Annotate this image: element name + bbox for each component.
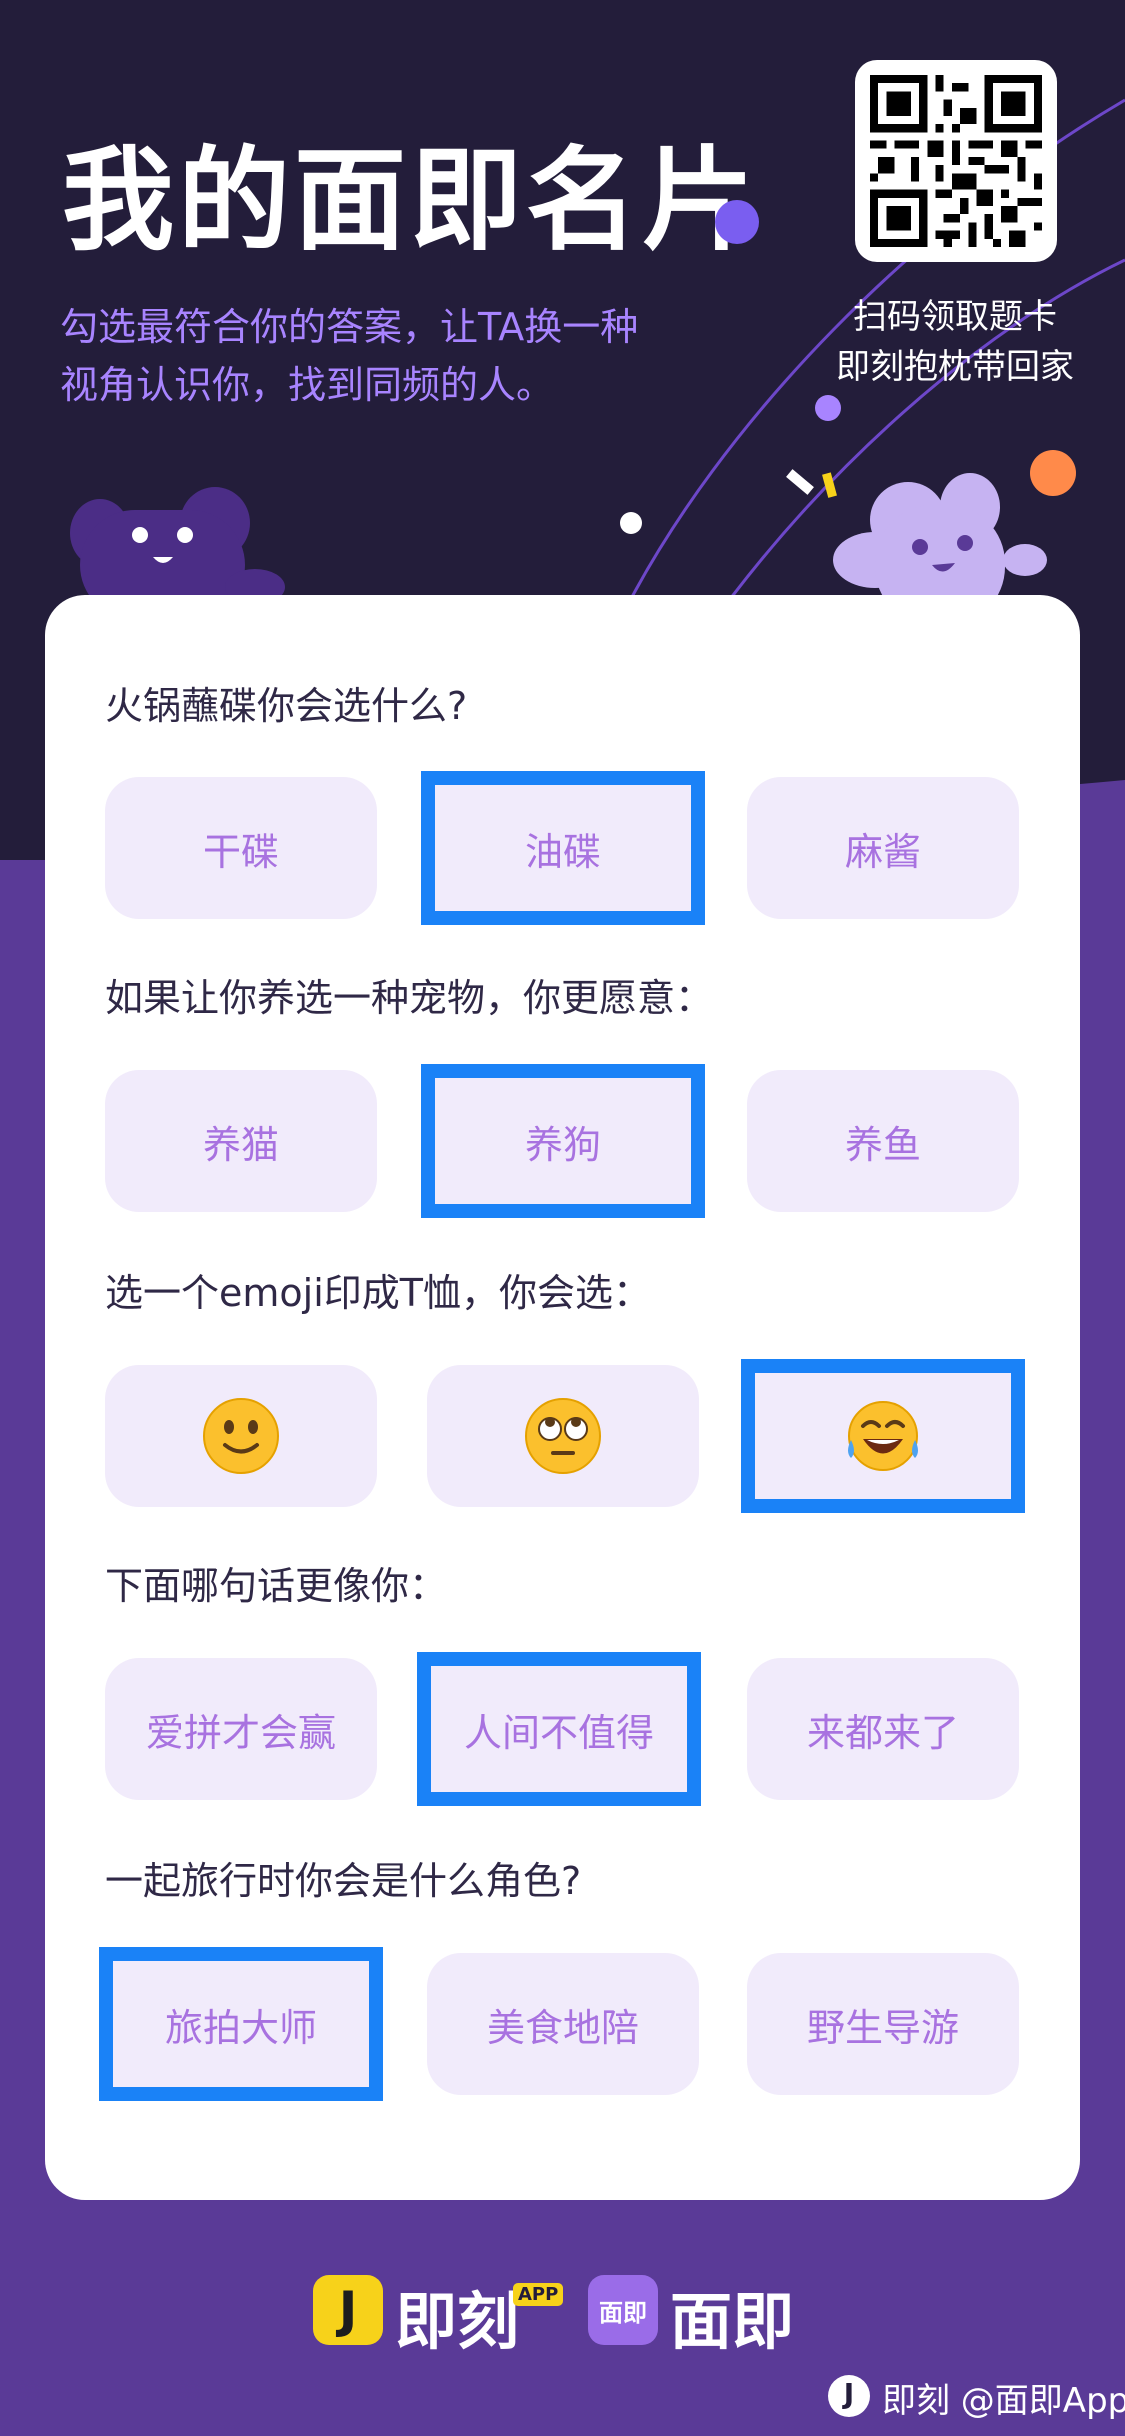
option-1-2[interactable]: 油碟 [421, 771, 705, 925]
jike-logo-letter: J [338, 2281, 358, 2339]
app-badge: APP [513, 2283, 564, 2306]
question-4: 下面哪句话更像你： [105, 1564, 448, 1608]
subtitle-line-2: 视角认识你，找到同频的人。 [60, 363, 555, 407]
option-3-3[interactable] [741, 1359, 1025, 1513]
decor-dot-white [620, 512, 642, 534]
option-2-1[interactable]: 养猫 [105, 1070, 377, 1212]
decor-dot-purple [715, 200, 759, 244]
slightly-smiling-face-icon [203, 1398, 279, 1474]
option-4-2[interactable]: 人间不值得 [417, 1652, 701, 1806]
question-5: 一起旅行时你会是什么角色? [105, 1859, 582, 1903]
option-3-2[interactable] [427, 1365, 699, 1507]
mianji-brand-name: 面即 [670, 2285, 795, 2358]
option-1-3[interactable]: 麻酱 [747, 777, 1019, 919]
watermark-jike-icon: J [828, 2375, 870, 2417]
option-5-2[interactable]: 美食地陪 [427, 1953, 699, 2095]
qr-code[interactable] [855, 60, 1057, 262]
option-3-1[interactable] [105, 1365, 377, 1507]
watermark-icon-letter: J [843, 2377, 855, 2410]
page-subtitle: 勾选最符合你的答案，让TA换一种 视角认识你，找到同频的人。 [60, 298, 720, 414]
option-1-1[interactable]: 干碟 [105, 777, 377, 919]
face-with-rolling-eyes-icon [525, 1398, 601, 1474]
option-2-2[interactable]: 养狗 [421, 1064, 705, 1218]
face-with-tears-of-joy-icon [848, 1401, 918, 1471]
option-4-3[interactable]: 来都来了 [747, 1658, 1019, 1800]
jike-logo-icon: J [313, 2275, 383, 2345]
question-3: 选一个emoji印成T恤，你会选： [105, 1271, 651, 1315]
option-4-1[interactable]: 爱拼才会赢 [105, 1658, 377, 1800]
subtitle-line-1: 勾选最符合你的答案，让TA换一种 [60, 305, 639, 349]
qr-caption: 扫码领取题卡 即刻抱枕带回家 [805, 292, 1105, 392]
question-1: 火锅蘸碟你会选什么? [105, 684, 468, 728]
qr-caption-line-1: 扫码领取题卡 [853, 297, 1057, 337]
qr-code-pattern [870, 75, 1042, 247]
decor-dot-lilac [815, 395, 841, 421]
option-5-1[interactable]: 旅拍大师 [99, 1947, 383, 2101]
mianji-logo-icon: 面即 [588, 2275, 658, 2345]
mianji-logo-text: 面即 [599, 2299, 647, 2327]
qr-caption-line-2: 即刻抱枕带回家 [836, 347, 1074, 387]
question-2: 如果让你养选一种宠物，你更愿意： [105, 976, 714, 1020]
jike-brand-name: 即刻 [395, 2285, 520, 2358]
page-title: 我的面即名片 [62, 136, 758, 266]
watermark-text: 即刻 @面即App [882, 2381, 1125, 2421]
option-2-3[interactable]: 养鱼 [747, 1070, 1019, 1212]
option-5-3[interactable]: 野生导游 [747, 1953, 1019, 2095]
question-card: 火锅蘸碟你会选什么? 干碟 油碟 麻酱 如果让你养选一种宠物，你更愿意： 养猫 … [45, 595, 1080, 2200]
